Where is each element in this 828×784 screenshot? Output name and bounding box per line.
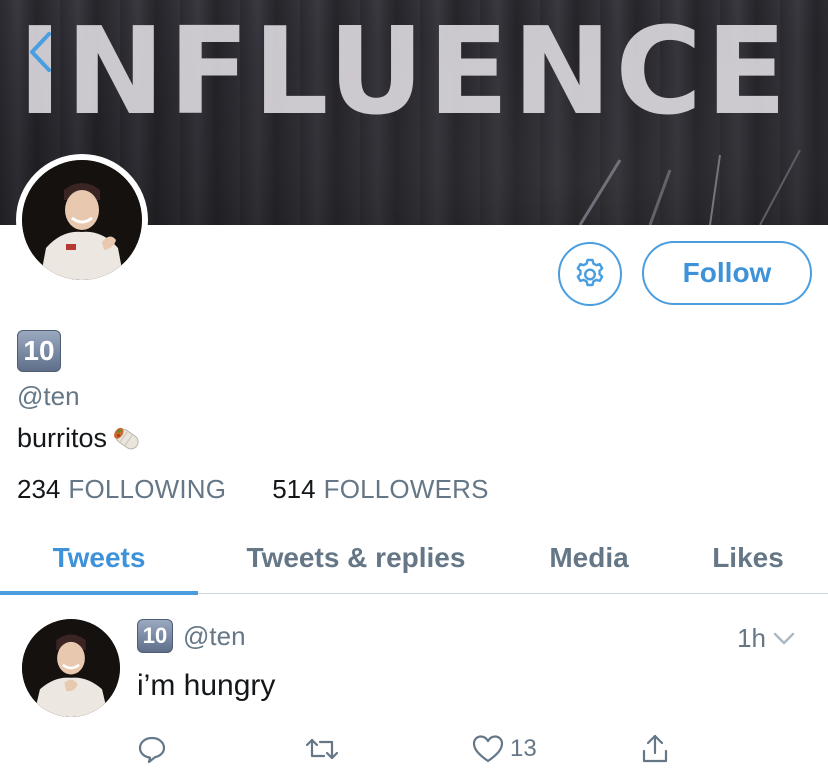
- follow-button[interactable]: Follow: [642, 241, 812, 305]
- profile-avatar[interactable]: [16, 154, 148, 286]
- avatar-photo: [22, 160, 142, 280]
- tweet-handle: @ten: [183, 620, 246, 651]
- profile-page: INFLUENCE Follow 10 @ten burritos 234 FO…: [0, 0, 828, 784]
- chevron-down-icon[interactable]: [772, 631, 796, 647]
- bio-text: burritos: [17, 423, 108, 453]
- gear-icon: [576, 258, 604, 287]
- heart-icon: [472, 735, 504, 763]
- back-button[interactable]: [20, 28, 60, 76]
- tweet-actions: 13: [0, 729, 828, 769]
- profile-bio: burritos: [17, 423, 145, 454]
- tweet[interactable]: 10 @ten 1h i’m hungry 13: [0, 595, 828, 784]
- following-count: 234: [17, 474, 61, 504]
- chevron-left-icon: [30, 32, 51, 72]
- burrito-icon: [114, 427, 139, 449]
- followers-label: FOLLOWERS: [323, 474, 489, 504]
- settings-button[interactable]: [558, 242, 622, 306]
- followers-count: 514: [272, 474, 316, 504]
- reply-button[interactable]: [137, 729, 167, 769]
- tweet-avatar[interactable]: [22, 619, 120, 717]
- share-icon: [642, 734, 668, 763]
- tweet-time: 1h: [737, 623, 796, 654]
- like-count: 13: [510, 735, 537, 762]
- following-label: FOLLOWING: [68, 474, 227, 504]
- tab-tweets[interactable]: Tweets: [0, 522, 198, 594]
- profile-tabs: Tweets Tweets & replies Media Likes: [0, 522, 828, 595]
- tweet-timestamp: 1h: [737, 623, 766, 653]
- tab-media[interactable]: Media: [520, 522, 658, 594]
- profile-stats: 234 FOLLOWING 514 FOLLOWERS: [17, 474, 535, 505]
- like-button[interactable]: 13: [472, 729, 537, 769]
- keycap-ten-emoji: 10: [17, 330, 61, 372]
- following-stat[interactable]: 234 FOLLOWING: [17, 474, 226, 505]
- banner-text: INFLUENCE: [18, 0, 791, 142]
- reply-icon: [138, 736, 166, 764]
- retweet-button[interactable]: [304, 729, 340, 769]
- tab-tweets-replies[interactable]: Tweets & replies: [208, 522, 504, 594]
- display-name: 10: [17, 330, 61, 372]
- followers-stat[interactable]: 514 FOLLOWERS: [272, 474, 488, 505]
- tab-likes[interactable]: Likes: [680, 522, 816, 594]
- profile-handle: @ten: [17, 381, 80, 411]
- tweet-header: 10 @ten: [137, 619, 246, 653]
- tweet-text: i’m hungry: [137, 669, 276, 702]
- retweet-icon: [305, 738, 339, 760]
- keycap-ten-emoji: 10: [137, 619, 173, 653]
- banner-decoration: [578, 150, 801, 225]
- share-button[interactable]: [640, 729, 670, 769]
